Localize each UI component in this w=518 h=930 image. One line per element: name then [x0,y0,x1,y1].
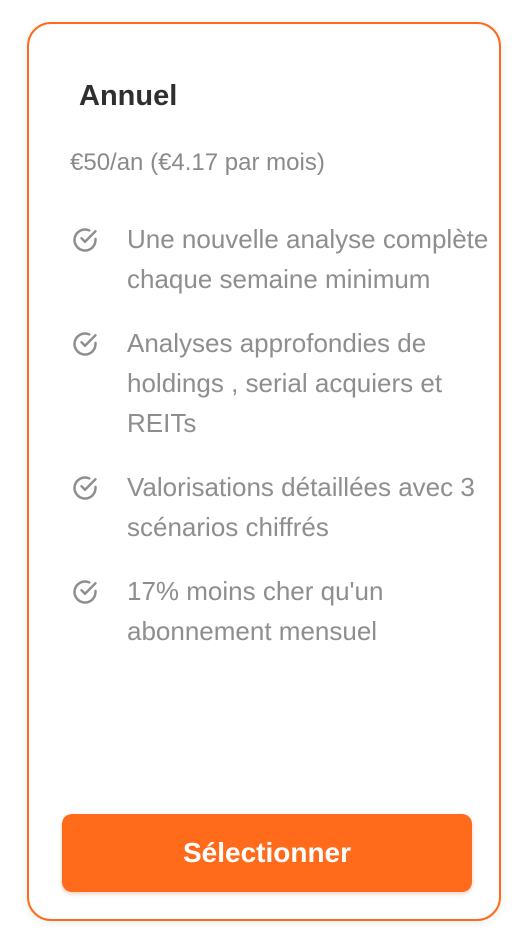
select-plan-button[interactable]: Sélectionner [62,814,472,892]
feature-text: Analyses approfondies de holdings , seri… [127,328,443,438]
feature-text: 17% moins cher qu'un abonnement mensuel [127,576,384,646]
plan-title: Annuel [79,80,178,112]
feature-text: Valorisations détaillées avec 3 scénario… [127,472,475,542]
circle-check-icon [73,580,97,604]
feature-list: Une nouvelle analyse complète chaque sem… [69,219,489,675]
circle-check-icon [73,228,97,252]
feature-item: 17% moins cher qu'un abonnement mensuel [69,571,489,651]
feature-item: Une nouvelle analyse complète chaque sem… [69,219,489,299]
circle-check-icon [73,476,97,500]
feature-item: Analyses approfondies de holdings , seri… [69,323,489,443]
feature-item: Valorisations détaillées avec 3 scénario… [69,467,489,547]
feature-text: Une nouvelle analyse complète chaque sem… [127,224,489,294]
plan-price: €50/an (€4.17 par mois) [70,149,325,176]
circle-check-icon [73,332,97,356]
pricing-card-annual: Annuel €50/an (€4.17 par mois) Une nouve… [27,22,501,921]
